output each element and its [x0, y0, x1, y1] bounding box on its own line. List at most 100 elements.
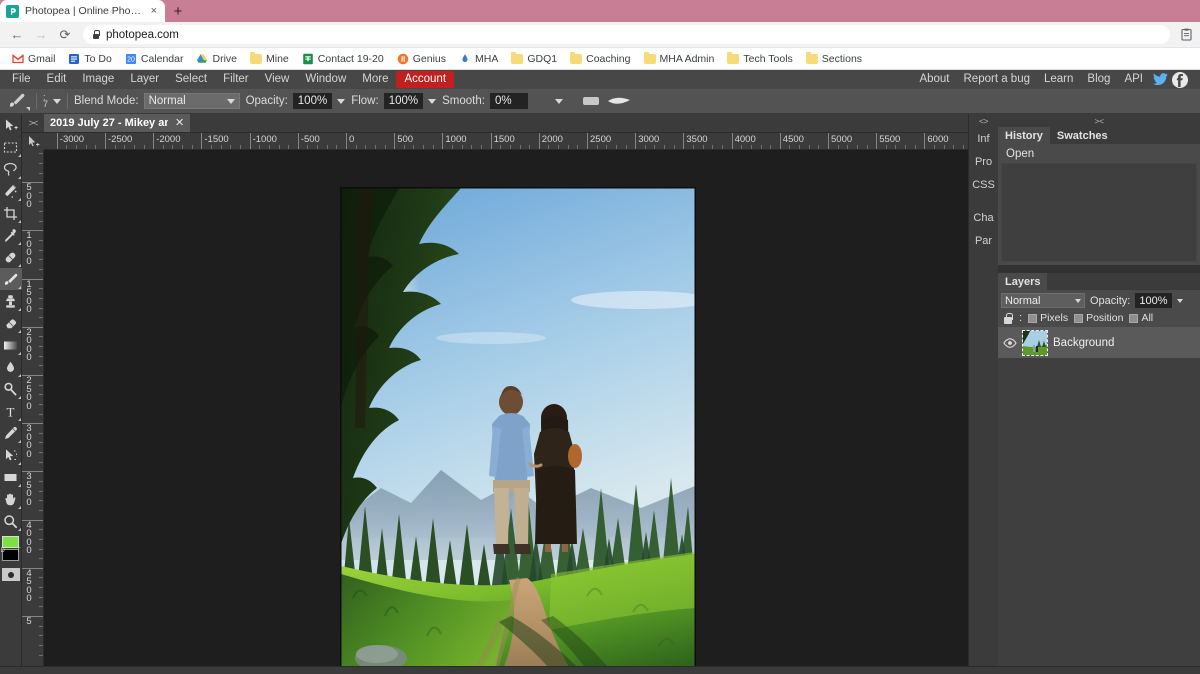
- clone-stamp-tool[interactable]: [0, 290, 22, 312]
- lock-position-checkbox[interactable]: Position: [1074, 312, 1123, 324]
- layer-blend-mode-select[interactable]: Normal: [1001, 293, 1085, 308]
- quick-mask-icon[interactable]: [2, 568, 20, 581]
- twitter-icon[interactable]: [1150, 71, 1170, 89]
- layer-thumbnail[interactable]: [1022, 330, 1048, 356]
- menu-more[interactable]: More: [354, 72, 396, 88]
- lasso-tool[interactable]: [0, 158, 22, 180]
- bookmark-coaching[interactable]: Coaching: [564, 51, 636, 67]
- hand-tool[interactable]: [0, 488, 22, 510]
- reload-icon[interactable]: ⟳: [54, 24, 76, 46]
- layer-row[interactable]: Background: [998, 327, 1200, 358]
- history-entries-list[interactable]: [1001, 163, 1197, 262]
- bookmark-mine[interactable]: Mine: [244, 51, 295, 67]
- menu-account[interactable]: Account: [396, 71, 454, 89]
- type-tool[interactable]: T: [0, 400, 22, 422]
- bookmark-sections[interactable]: Sections: [800, 51, 868, 67]
- rail-item-css[interactable]: CSS: [969, 173, 998, 196]
- menu-image[interactable]: Image: [74, 72, 122, 88]
- move-tool[interactable]: [0, 114, 22, 136]
- chevron-down-icon[interactable]: [1177, 299, 1183, 303]
- zoom-tool[interactable]: [0, 510, 22, 532]
- rail-item-paragraph[interactable]: Par: [969, 229, 998, 252]
- menu-file[interactable]: File: [4, 72, 39, 88]
- brush-tool-icon[interactable]: [4, 90, 30, 112]
- bookmark-calendar[interactable]: 20 Calendar: [119, 51, 190, 67]
- pressure-size-icon[interactable]: [583, 97, 599, 105]
- chevron-down-icon[interactable]: [53, 99, 61, 104]
- lock-pixels-checkbox[interactable]: Pixels: [1028, 312, 1068, 324]
- magic-wand-tool[interactable]: [0, 180, 22, 202]
- menu-report-a-bug[interactable]: Report a bug: [957, 72, 1038, 88]
- reading-list-icon[interactable]: [1178, 27, 1194, 43]
- vertical-ruler[interactable]: 0500100015002000250030003500400045005: [22, 150, 44, 666]
- back-icon[interactable]: ←: [6, 24, 28, 46]
- eye-icon[interactable]: [1002, 335, 1017, 350]
- rail-collapse-icon[interactable]: <>: [969, 114, 998, 127]
- bookmark-contact-19-20[interactable]: Contact 19-20: [296, 51, 390, 67]
- layer-opacity-input[interactable]: 100%: [1135, 293, 1171, 308]
- history-entry-open[interactable]: Open: [1001, 146, 1197, 162]
- menu-filter[interactable]: Filter: [215, 72, 257, 88]
- close-icon[interactable]: ×: [149, 6, 159, 17]
- menu-view[interactable]: View: [257, 72, 298, 88]
- healing-brush-tool[interactable]: [0, 246, 22, 268]
- forward-icon[interactable]: →: [30, 24, 52, 46]
- bookmark-drive[interactable]: Drive: [190, 51, 243, 67]
- eyedropper-tool[interactable]: [0, 224, 22, 246]
- chevron-down-icon[interactable]: [337, 99, 345, 104]
- chevron-down-icon[interactable]: [428, 99, 436, 104]
- flow-input[interactable]: 100%: [384, 93, 423, 109]
- menu-blog[interactable]: Blog: [1080, 72, 1117, 88]
- bookmark-gmail[interactable]: Gmail: [6, 51, 61, 67]
- bookmark-to-do[interactable]: To Do: [62, 51, 117, 67]
- menu-edit[interactable]: Edit: [39, 72, 75, 88]
- document-canvas[interactable]: [341, 188, 695, 666]
- foreground-color-swatch[interactable]: [2, 536, 19, 548]
- lock-all-checkbox[interactable]: All: [1129, 312, 1153, 324]
- chevron-down-icon[interactable]: [555, 99, 563, 104]
- shape-tool[interactable]: [0, 466, 22, 488]
- brush-tool[interactable]: [0, 268, 22, 290]
- dodge-tool[interactable]: [0, 378, 22, 400]
- rail-item-character[interactable]: Cha: [969, 206, 998, 229]
- left-panel-toggle-icon[interactable]: ><: [22, 114, 44, 132]
- pen-tool[interactable]: [0, 422, 22, 444]
- new-tab-button[interactable]: +: [165, 0, 191, 22]
- canvas-viewport[interactable]: [44, 150, 968, 666]
- tab-history[interactable]: History: [998, 127, 1050, 144]
- menu-learn[interactable]: Learn: [1037, 72, 1080, 88]
- menu-api[interactable]: API: [1117, 72, 1150, 88]
- document-tab[interactable]: 2019 July 27 - Mikey and B ✕: [44, 114, 190, 132]
- blur-tool[interactable]: [0, 356, 22, 378]
- layer-list[interactable]: Background: [998, 327, 1200, 666]
- tab-layers[interactable]: Layers: [998, 273, 1047, 290]
- facebook-icon[interactable]: [1170, 71, 1190, 89]
- tab-swatches[interactable]: Swatches: [1050, 127, 1115, 144]
- pressure-opacity-icon[interactable]: [607, 94, 631, 108]
- crop-tool[interactable]: [0, 202, 22, 224]
- address-bar[interactable]: photopea.com: [83, 25, 1170, 44]
- marquee-tool[interactable]: [0, 136, 22, 158]
- gradient-tool[interactable]: [0, 334, 22, 356]
- background-color-swatch[interactable]: [2, 549, 19, 561]
- bookmark-mha-admin[interactable]: MHA Admin: [638, 51, 721, 67]
- rail-item-properties[interactable]: Pro: [969, 150, 998, 173]
- bookmark-genius[interactable]: Genius: [391, 51, 452, 67]
- menu-window[interactable]: Window: [297, 72, 354, 88]
- menu-about[interactable]: About: [912, 72, 956, 88]
- brush-preset-picker[interactable]: :7: [43, 94, 61, 108]
- browser-tab[interactable]: Photopea | Online Photo Editor ×: [0, 0, 165, 22]
- bookmark-tech-tools[interactable]: Tech Tools: [721, 51, 798, 67]
- menu-select[interactable]: Select: [167, 72, 215, 88]
- bookmark-gdq1[interactable]: GDQ1: [505, 51, 563, 67]
- horizontal-ruler[interactable]: -3000-2500-2000-1500-1000-50005001000150…: [44, 133, 968, 150]
- rail-item-info[interactable]: Inf: [969, 127, 998, 150]
- panel-collapse-icon[interactable]: ><: [998, 114, 1200, 127]
- eraser-tool[interactable]: [0, 312, 22, 334]
- color-swatches[interactable]: D T: [0, 536, 22, 562]
- blend-mode-select[interactable]: Normal: [144, 93, 240, 109]
- close-icon[interactable]: ✕: [175, 118, 184, 129]
- ruler-corner[interactable]: [22, 133, 44, 150]
- opacity-input[interactable]: 100%: [293, 93, 332, 109]
- bookmark-mha[interactable]: MHA: [453, 51, 504, 67]
